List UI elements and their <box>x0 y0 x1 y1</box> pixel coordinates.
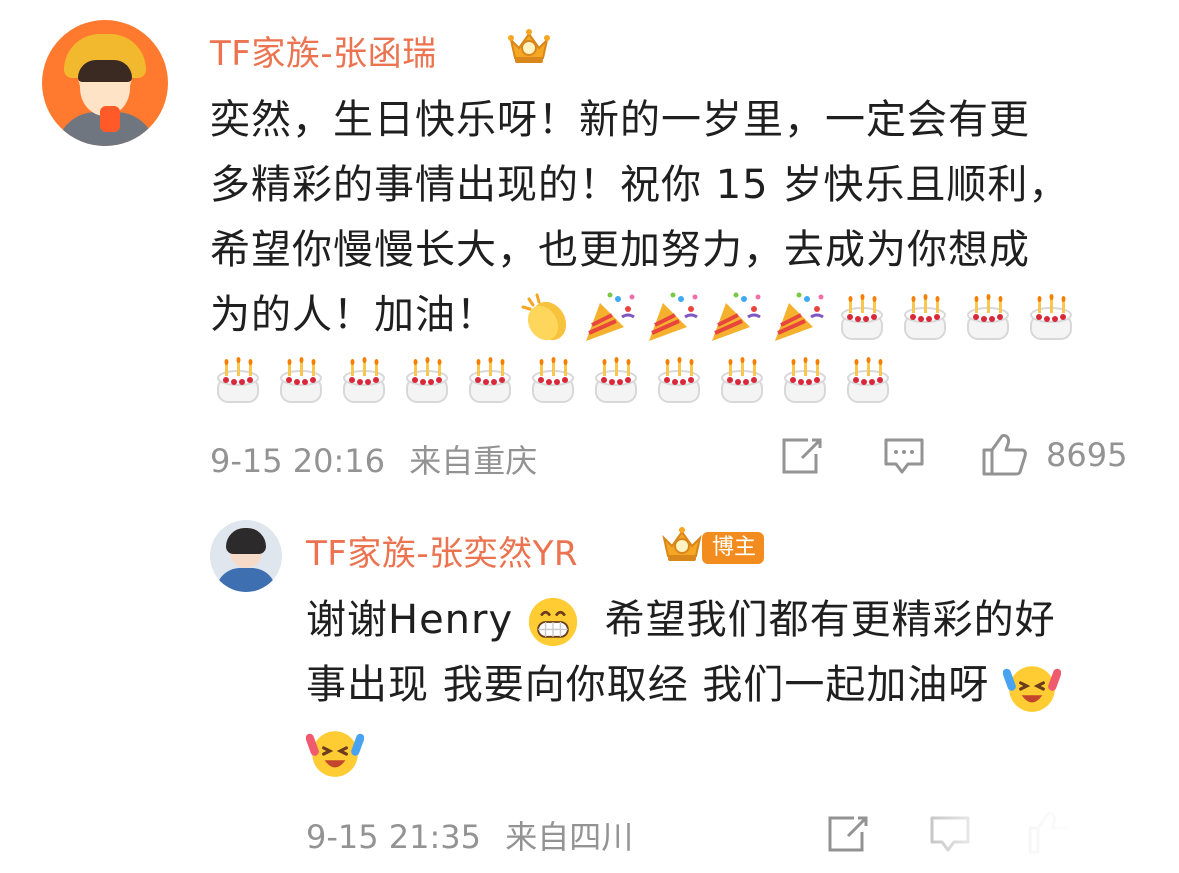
reply-line: 谢谢Henry 希望我们都有更精彩的好 <box>306 588 1166 653</box>
party-popper-icon <box>774 292 824 341</box>
birthday-cake-icon <box>595 357 637 403</box>
birthday-cake-icon <box>966 294 1009 340</box>
birthday-cake-icon <box>1029 294 1072 340</box>
birthday-cake-icon <box>469 357 511 403</box>
birthday-cake-icon <box>658 357 700 403</box>
reply-time: 9-15 21:35 <box>306 818 482 856</box>
clapping-hands-icon <box>521 293 566 341</box>
comment-body: 奕然，生日快乐呀！新的一岁里，一定会有更 多精彩的事情出现的！祝你 15 岁快乐… <box>210 88 1170 408</box>
commenter-avatar[interactable] <box>42 20 168 146</box>
like-count: 8695 <box>1046 436 1128 474</box>
grinning-face-icon <box>528 597 578 647</box>
reply-line: 事出现 我要向你取经 我们一起加油呀 <box>306 653 1166 718</box>
birthday-cake-icon <box>343 357 385 403</box>
comment-line: 希望你慢慢长大，也更加努力，去成为你想成 <box>210 227 1030 273</box>
party-popper-icon <box>648 292 698 341</box>
comment-line-with-emoji: 为的人！加油！ <box>210 283 1170 348</box>
reply-username[interactable]: TF家族-张奕然YR <box>306 526 578 575</box>
birthday-cake-icon <box>903 294 946 340</box>
crown-badge-icon <box>662 527 702 561</box>
party-popper-icon <box>711 292 761 341</box>
reply-avatar[interactable] <box>210 520 282 592</box>
birthday-cake-icon <box>784 357 826 403</box>
comment-line: 多精彩的事情出现的！祝你 15 岁快乐且顺利， <box>210 162 1070 208</box>
birthday-cake-icon <box>721 357 763 403</box>
party-popper-icon <box>585 292 635 341</box>
share-icon[interactable] <box>780 436 824 476</box>
crown-badge-icon <box>508 29 550 63</box>
comment-icon[interactable] <box>882 436 926 476</box>
birthday-cake-icon <box>847 357 889 403</box>
emoji-row-1 <box>519 289 1079 345</box>
reply-meta: 9-15 21:35 来自四川 <box>306 812 633 858</box>
comment-meta: 9-15 20:16 来自重庆 <box>210 436 537 482</box>
cheering-face-icon <box>306 731 364 777</box>
birthday-cake-icon <box>217 357 259 403</box>
cheering-face-icon <box>1003 666 1062 712</box>
comment-location: 来自重庆 <box>409 442 538 480</box>
share-icon[interactable] <box>826 814 870 854</box>
birthday-cake-icon <box>280 357 322 403</box>
reply-location: 来自四川 <box>505 818 634 856</box>
emoji-row-2 <box>210 352 1170 408</box>
reply-body: 谢谢Henry 希望我们都有更精彩的好 事出现 我要向你取经 我们一起加油呀 <box>306 588 1166 783</box>
birthday-cake-icon <box>406 357 448 403</box>
birthday-cake-icon <box>840 294 883 340</box>
comment-thread: TF家族-张函瑞 奕然，生日快乐呀！新的一岁里，一定会有更 多精彩的事情出现的！… <box>0 0 1179 873</box>
comment-line: 奕然，生日快乐呀！新的一岁里，一定会有更 <box>210 97 1030 143</box>
comment-time: 9-15 20:16 <box>210 442 386 480</box>
bottom-right-fade <box>870 800 1179 873</box>
like-icon[interactable] <box>980 432 1028 476</box>
blogger-badge: 博主 <box>702 532 765 564</box>
reply-line <box>306 718 1166 783</box>
commenter-username[interactable]: TF家族-张函瑞 <box>210 26 437 75</box>
birthday-cake-icon <box>532 357 574 403</box>
